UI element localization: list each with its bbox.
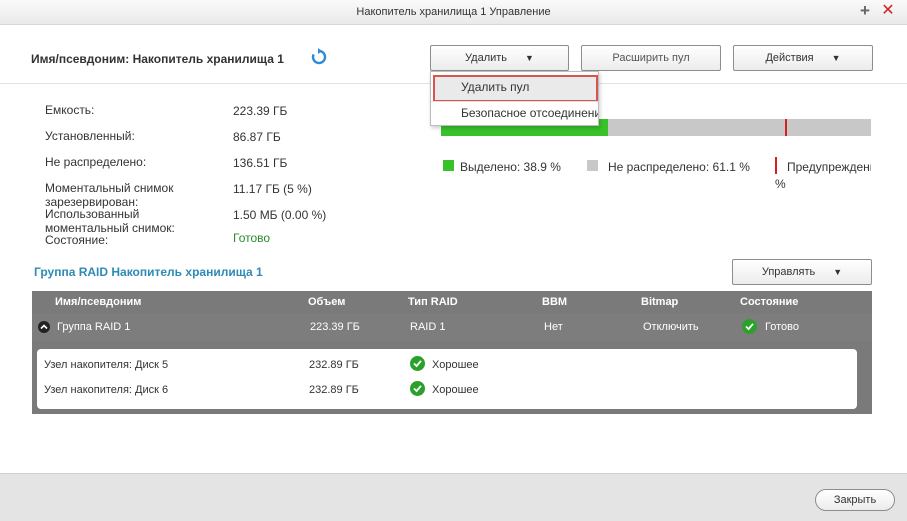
raid-group-name: Группа RAID 1 — [57, 321, 131, 333]
manage-button-label: Управлять — [761, 266, 816, 278]
column-header-bitmap: Bitmap — [641, 296, 679, 308]
raid-group-bitmap: Отключить — [643, 321, 699, 333]
check-icon — [742, 319, 757, 334]
raid-group-row[interactable]: Группа RAID 1 223.39 ГБ RAID 1 Нет Отклю… — [32, 313, 872, 341]
maximize-icon[interactable]: + — [856, 2, 874, 20]
raid-group-bbm: Нет — [544, 321, 563, 333]
disk-status: Хорошее — [432, 384, 479, 396]
delete-menu: Удалить пул Безопасное отсоединение — [430, 71, 599, 126]
disk-status: Хорошее — [432, 359, 479, 371]
manage-dropdown-button[interactable]: Управлять ▼ — [732, 259, 872, 285]
legend-unallocated-text: Не распределено: 61.1 % — [608, 160, 750, 174]
column-header-bbm: BBM — [542, 296, 568, 308]
legend-allocated-swatch — [443, 160, 454, 171]
close-button[interactable]: Закрыть — [815, 489, 895, 511]
disk-list: Узел накопителя: Диск 5 232.89 ГБ Хороше… — [37, 349, 857, 409]
capacity-value: 223.39 ГБ — [233, 104, 288, 118]
status-value: Готово — [233, 231, 271, 245]
column-header-raid-type: Тип RAID — [408, 296, 458, 308]
legend-warning-text: Предупреждение — [787, 160, 871, 174]
refresh-icon[interactable] — [310, 48, 328, 66]
usage-bar-warning-threshold — [785, 119, 787, 136]
collapse-icon[interactable] — [38, 321, 50, 333]
check-icon — [410, 381, 425, 396]
check-icon — [410, 356, 425, 371]
menu-item-label: Удалить пул — [461, 80, 530, 94]
column-header-size: Объем — [308, 296, 346, 308]
snapshot-used-label-line1: Использованный — [45, 207, 140, 221]
window-title: Накопитель хранилища 1 Управление — [356, 6, 551, 18]
delete-dropdown-button[interactable]: Удалить ▼ — [430, 45, 569, 71]
raid-group-status: Готово — [765, 321, 799, 333]
column-header-status: Состояние — [740, 296, 799, 308]
status-label: Состояние: — [45, 233, 109, 247]
installed-value: 86.87 ГБ — [233, 130, 281, 144]
legend-allocated-text: Выделено: 38.9 % — [460, 160, 561, 174]
chevron-down-icon: ▼ — [525, 53, 534, 63]
legend-warning-percent: % — [775, 177, 786, 191]
snapshot-reserved-label-line1: Моментальный снимок — [45, 181, 174, 195]
snapshot-reserved-value: 11.17 ГБ (5 %) — [233, 182, 312, 196]
actions-button-label: Действия — [765, 52, 814, 64]
unallocated-value: 136.51 ГБ — [233, 156, 288, 170]
menu-item-delete-pool[interactable]: Удалить пул — [431, 75, 598, 102]
window-titlebar: Накопитель хранилища 1 Управление + ✕ — [0, 0, 907, 25]
capacity-label: Емкость: — [45, 103, 95, 117]
raid-group-size: 223.39 ГБ — [310, 321, 360, 333]
snapshot-used-value: 1.50 МБ (0.00 %) — [233, 208, 327, 222]
column-header-name: Имя/псевдоним — [55, 296, 142, 308]
legend-unallocated-swatch — [587, 160, 598, 171]
delete-button-label: Удалить — [465, 52, 508, 64]
chevron-down-icon: ▼ — [831, 53, 841, 63]
raid-group-title: Группа RAID Накопитель хранилища 1 — [34, 265, 263, 279]
dialog-footer: Закрыть — [0, 473, 907, 521]
actions-dropdown-button[interactable]: Действия ▼ — [733, 45, 873, 71]
raid-group-type: RAID 1 — [410, 321, 446, 333]
close-icon[interactable]: ✕ — [879, 2, 897, 20]
legend-warning-swatch — [775, 157, 777, 174]
disk-size: 232.89 ГБ — [309, 359, 359, 371]
chevron-down-icon: ▼ — [833, 267, 843, 277]
disk-name: Узел накопителя: Диск 6 — [44, 384, 169, 396]
installed-label: Установленный: — [45, 129, 135, 143]
unallocated-label: Не распределено: — [45, 155, 147, 169]
raid-table: Имя/псевдоним Объем Тип RAID BBM Bitmap … — [32, 291, 872, 414]
disk-name: Узел накопителя: Диск 5 — [44, 359, 169, 371]
disk-size: 232.89 ГБ — [309, 384, 359, 396]
menu-item-safe-detach[interactable]: Безопасное отсоединение — [431, 101, 598, 125]
pool-alias-label: Имя/псевдоним: Накопитель хранилища 1 — [31, 52, 284, 66]
expand-pool-button[interactable]: Расширить пул — [581, 45, 721, 71]
